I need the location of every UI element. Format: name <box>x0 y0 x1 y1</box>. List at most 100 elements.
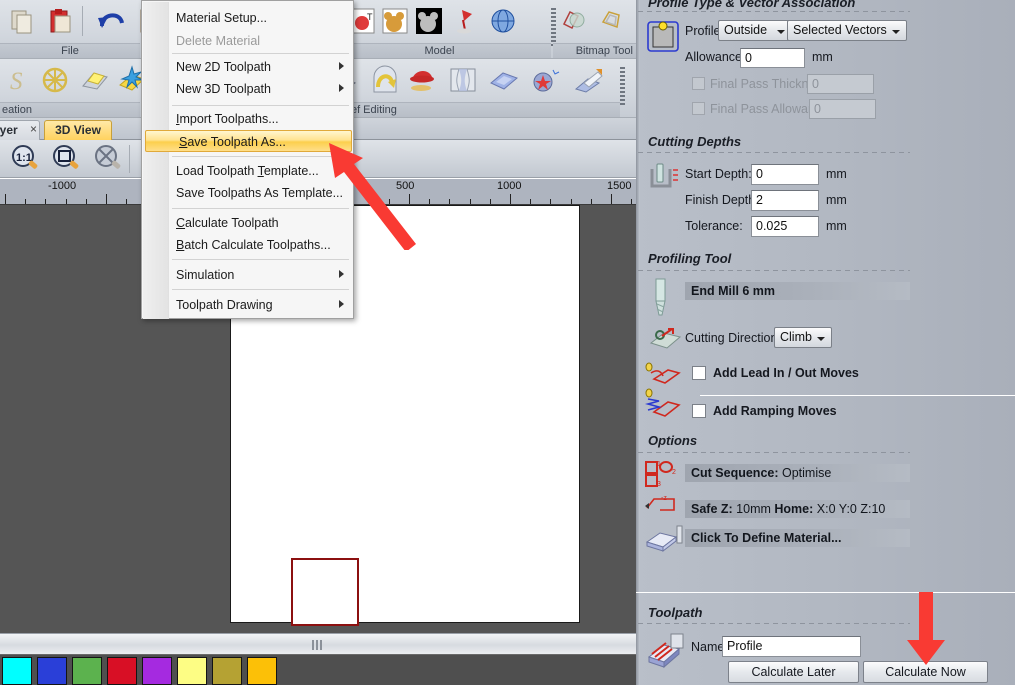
palette-swatch[interactable] <box>2 657 32 685</box>
close-icon[interactable]: × <box>30 122 37 136</box>
palette-swatch[interactable] <box>142 657 172 685</box>
palette-swatch[interactable] <box>37 657 67 685</box>
chevron-right-icon <box>339 84 344 92</box>
svg-text:2: 2 <box>672 469 676 476</box>
panel-splitter[interactable] <box>636 0 640 685</box>
tool-name-band[interactable]: End Mill 6 mm <box>685 282 910 300</box>
palette-swatch[interactable] <box>177 657 207 685</box>
bear-bw-icon[interactable] <box>412 4 446 38</box>
end-mill-tool-icon <box>648 277 674 319</box>
menu-item-label: Toolpath Drawing <box>176 298 273 312</box>
globe-mesh-icon[interactable] <box>486 4 520 38</box>
final-pass-allowance-input: 0 <box>809 99 876 119</box>
hat-icon[interactable] <box>406 63 440 97</box>
cutting-direction-icon <box>648 323 684 353</box>
section-rule <box>638 11 910 12</box>
profile-side-value: Outside <box>724 23 767 37</box>
menu-item-simulation[interactable]: Simulation <box>143 264 354 286</box>
copy-icon[interactable] <box>6 4 40 38</box>
toolbar-separator <box>82 6 83 36</box>
selected-vector-rectangle[interactable] <box>291 558 359 626</box>
menu-item-new-2d-toolpath[interactable]: New 2D Toolpath <box>143 56 354 78</box>
final-pass-thickness-checkbox[interactable] <box>692 77 705 90</box>
final-pass-allowance-checkbox[interactable] <box>692 102 705 115</box>
allowance-unit: mm <box>812 50 833 64</box>
vector-association-dropdown[interactable]: Selected Vectors <box>787 20 907 41</box>
cut-sequence-band[interactable]: Cut Sequence: Optimise <box>685 464 910 482</box>
screenshot-root: T <box>0 0 1015 685</box>
zoom-to-extents-icon[interactable] <box>92 143 124 175</box>
ramping-moves-label: Add Ramping Moves <box>713 404 837 418</box>
tab-3d-view-label: 3D View <box>55 123 101 137</box>
ruler-label: 1500 <box>607 180 631 192</box>
define-material-band[interactable]: Click To Define Material... <box>685 529 910 547</box>
calculate-later-button[interactable]: Calculate Later <box>728 661 859 683</box>
ruler-tick <box>490 199 491 204</box>
palette-swatch[interactable] <box>212 657 242 685</box>
bear-model-icon[interactable] <box>378 4 412 38</box>
color-palette[interactable] <box>0 655 636 685</box>
horizontal-scrollbar[interactable] <box>0 633 636 655</box>
ribbon-group-label-file: File <box>0 43 140 58</box>
menu-item-new-3d-toolpath[interactable]: New 3D Toolpath <box>143 78 354 100</box>
chevron-down-icon <box>892 30 900 34</box>
menu-item-label: Import Toolpaths... <box>176 112 279 126</box>
lamp-icon[interactable] <box>448 4 482 38</box>
tolerance-input[interactable]: 0.025 <box>751 216 819 237</box>
profile-side-dropdown[interactable]: Outside <box>718 20 792 41</box>
paste-icon[interactable] <box>44 4 78 38</box>
ruler-label: 1000 <box>497 180 521 192</box>
ribbon-group-grip-2[interactable] <box>620 67 625 105</box>
ruler-tick <box>449 199 450 204</box>
profile-toolpath-panel: Profile Type & Vector Association Profil… <box>636 0 1015 685</box>
ruler-tick <box>5 194 6 204</box>
start-depth-unit: mm <box>826 167 847 181</box>
allowance-input[interactable]: 0 <box>740 48 805 68</box>
start-depth-input[interactable]: 0 <box>751 164 819 185</box>
safe-z-value: 10mm <box>736 502 771 516</box>
vector-offset-icon[interactable] <box>595 4 629 38</box>
paint-relief-icon[interactable] <box>572 63 606 97</box>
zoom-1-to-1-icon[interactable]: 1:1 <box>9 143 41 175</box>
safe-z-band[interactable]: Safe Z: 10mm Home: X:0 Y:0 Z:10 <box>685 500 910 518</box>
fold-icon[interactable] <box>78 63 112 97</box>
arc-relief-icon[interactable] <box>368 63 402 97</box>
blend-icon[interactable] <box>487 63 521 97</box>
svg-text:-z: -z <box>661 495 667 502</box>
vector-association-value: Selected Vectors <box>793 23 887 37</box>
ruler-tick <box>45 199 46 204</box>
toolpath-name-input[interactable]: Profile <box>722 636 861 657</box>
palette-swatch[interactable] <box>107 657 137 685</box>
cutting-direction-dropdown[interactable]: Climb <box>774 327 832 348</box>
tab-3d-view[interactable]: 3D View <box>44 120 112 140</box>
ramping-moves-checkbox[interactable] <box>692 404 706 418</box>
letter-s-icon[interactable]: S <box>2 63 36 97</box>
scrollbar-grip-icon[interactable] <box>312 640 324 650</box>
section-title-cutting-depths: Cutting Depths <box>648 134 741 149</box>
home-value: X:0 Y:0 Z:10 <box>817 502 886 516</box>
ribbon-group-grip[interactable] <box>551 8 556 46</box>
safe-z-key: Safe Z: <box>691 502 733 516</box>
menu-separator <box>172 289 349 290</box>
menu-item-import-toolpaths[interactable]: Import Toolpaths... <box>143 108 354 130</box>
undo-icon[interactable] <box>95 4 129 38</box>
chevron-right-icon <box>339 62 344 70</box>
finish-depth-label: Finish Depth: <box>685 193 759 207</box>
zoom-to-selection-icon[interactable] <box>50 143 82 175</box>
palette-swatch[interactable] <box>247 657 277 685</box>
distort-grid-icon[interactable] <box>446 63 480 97</box>
lead-in-out-icon <box>643 361 681 391</box>
menu-item-label: Calculate Toolpath <box>176 216 279 230</box>
menu-item-material-setup[interactable]: Material Setup... <box>143 7 354 29</box>
celtic-knot-icon[interactable] <box>38 63 72 97</box>
menu-separator <box>172 259 349 260</box>
menu-item-toolpath-drawing[interactable]: Toolpath Drawing <box>143 294 354 316</box>
vector-boolean-icon[interactable] <box>557 4 591 38</box>
lead-in-out-checkbox[interactable] <box>692 366 706 380</box>
star-burst-icon[interactable] <box>528 63 562 97</box>
chevron-down-icon <box>817 337 825 341</box>
finish-depth-input[interactable]: 2 <box>751 190 819 211</box>
cutting-direction-label: Cutting Direction: <box>685 331 781 345</box>
palette-swatch[interactable] <box>72 657 102 685</box>
finish-depth-unit: mm <box>826 193 847 207</box>
